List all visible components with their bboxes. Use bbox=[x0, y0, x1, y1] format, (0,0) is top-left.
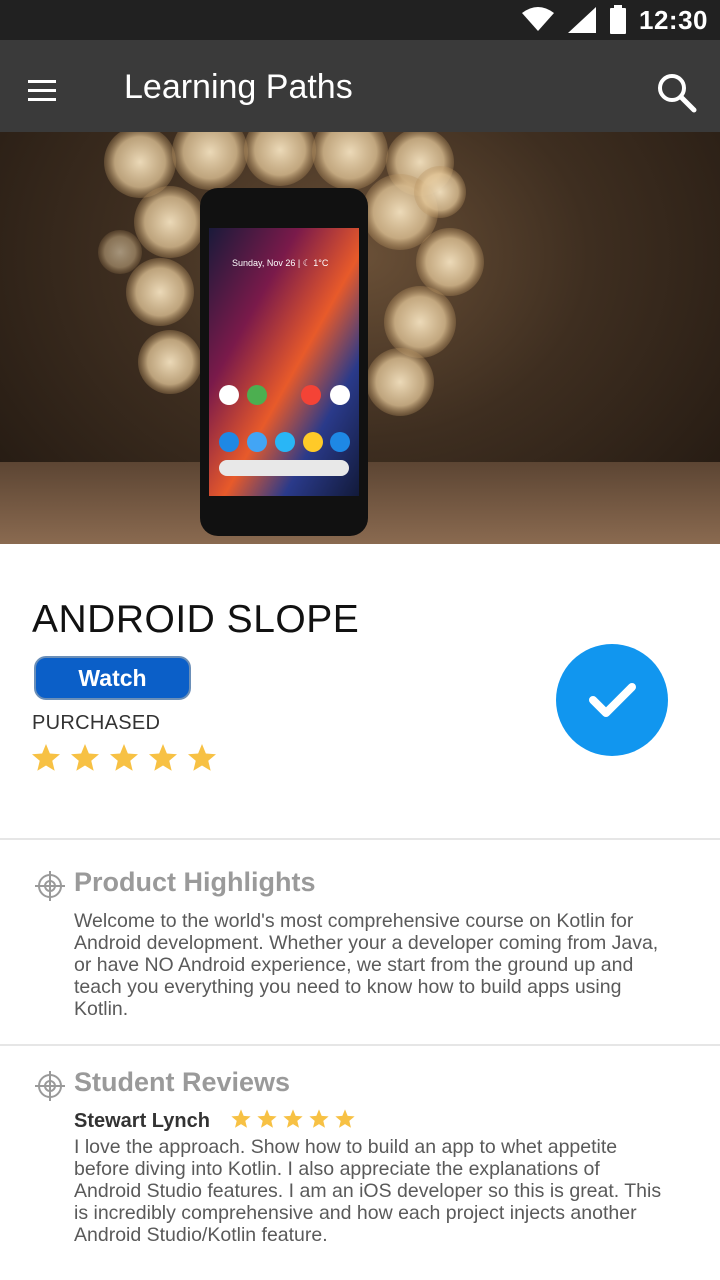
reviews-title: Student Reviews bbox=[74, 1067, 291, 1097]
review-text: I love the approach. Show how to build a… bbox=[74, 1136, 662, 1246]
phone-date-text: Sunday, Nov 26 | ☾ 1°C bbox=[232, 258, 329, 268]
highlights-title: Product Highlights bbox=[74, 867, 316, 897]
status-bar: 12:30 bbox=[0, 0, 720, 40]
watch-button[interactable]: Watch bbox=[34, 656, 191, 700]
star-icon bbox=[308, 1108, 330, 1130]
review-rating bbox=[230, 1108, 356, 1130]
checkmark-icon bbox=[589, 683, 636, 717]
purchased-status: PURCHASED bbox=[32, 712, 161, 734]
star-icon bbox=[108, 742, 140, 774]
star-icon bbox=[186, 742, 218, 774]
divider bbox=[0, 1044, 720, 1046]
wifi-icon bbox=[522, 7, 554, 31]
battery-icon bbox=[610, 5, 626, 34]
highlights-body: Welcome to the world's most comprehensiv… bbox=[74, 910, 659, 1020]
search-icon[interactable] bbox=[654, 70, 698, 114]
page-title: Learning Paths bbox=[124, 68, 353, 106]
hamburger-menu-icon[interactable] bbox=[22, 70, 68, 106]
star-icon bbox=[256, 1108, 278, 1130]
app-bar: Learning Paths bbox=[0, 40, 720, 132]
star-icon bbox=[147, 742, 179, 774]
crosshair-icon bbox=[35, 871, 65, 901]
crosshair-icon bbox=[35, 1071, 65, 1101]
star-icon bbox=[30, 742, 62, 774]
hero-photo: Sunday, Nov 26 | ☾ 1°C bbox=[0, 132, 720, 544]
star-icon bbox=[230, 1108, 252, 1130]
star-icon bbox=[282, 1108, 304, 1130]
status-time: 12:30 bbox=[639, 4, 708, 35]
hero-image: Sunday, Nov 26 | ☾ 1°C bbox=[0, 132, 720, 544]
course-title: ANDROID SLOPE bbox=[32, 598, 360, 641]
phone: Sunday, Nov 26 | ☾ 1°C bbox=[200, 188, 368, 536]
divider bbox=[0, 838, 720, 840]
cellular-signal-icon bbox=[568, 7, 596, 33]
reviewer-name: Stewart Lynch bbox=[74, 1110, 210, 1132]
purchased-check-badge[interactable] bbox=[556, 644, 668, 756]
star-icon bbox=[334, 1108, 356, 1130]
course-rating bbox=[30, 742, 218, 774]
star-icon bbox=[69, 742, 101, 774]
status-icons: 12:30 bbox=[521, 0, 708, 40]
